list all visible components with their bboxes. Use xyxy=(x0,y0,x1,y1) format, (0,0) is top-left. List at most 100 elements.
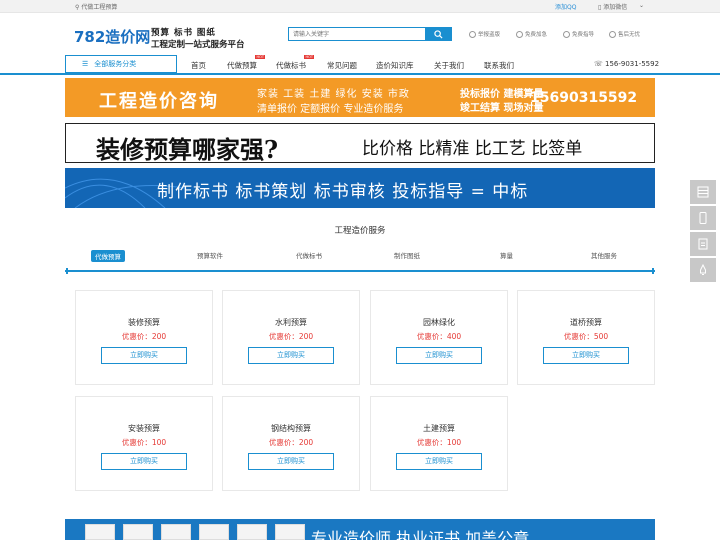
tab-quantity[interactable]: 算量 xyxy=(500,250,513,260)
buy-now-button[interactable]: 立即购买 xyxy=(396,453,482,470)
nav-item-faq[interactable]: 常见问题 xyxy=(327,60,357,71)
feature-aftersale[interactable]: 售后无忧 xyxy=(609,30,640,38)
chevron-down-icon[interactable]: ⌄ xyxy=(639,2,644,9)
side-float-document[interactable] xyxy=(690,232,716,256)
banner-certificate[interactable]: 专业造价师 执业证书 加盖公章 xyxy=(65,519,655,540)
banner-line: 清单报价 定额报价 专业造价服务 xyxy=(257,104,404,115)
location-pin-icon: ⚲ xyxy=(75,4,80,11)
hot-badge: HOT xyxy=(255,55,265,59)
tab-budget[interactable]: 代做预算 xyxy=(91,250,125,262)
buy-now-button[interactable]: 立即购买 xyxy=(248,347,334,364)
service-price: 优惠价：100 xyxy=(121,438,167,447)
shield-icon xyxy=(516,30,523,38)
nav-item-about[interactable]: 关于我们 xyxy=(434,60,464,71)
document-icon xyxy=(698,238,708,250)
service-card: 安装预算 优惠价：100 立即购买 xyxy=(75,396,213,491)
banner-cost-consulting[interactable]: 工程造价咨询 家装 工装 土建 绿化 安装 市政 清单报价 定额报价 专业造价服… xyxy=(65,78,655,117)
tab-bidding[interactable]: 代做标书 xyxy=(296,250,322,260)
service-price: 优惠价：200 xyxy=(268,332,314,341)
nav-item-knowledge[interactable]: 造价知识库 xyxy=(376,60,414,71)
feature-label: 售后无忧 xyxy=(618,32,641,38)
nav-item-budget[interactable]: 代做预算 HOT xyxy=(227,55,265,71)
banner-subtitle: 比价格 比精准 比工艺 比签单 xyxy=(362,139,583,159)
service-name: 安装预算 xyxy=(128,424,160,433)
banner-phone: 15690315592 xyxy=(530,90,638,106)
service-name: 园林绿化 xyxy=(423,318,455,327)
add-qq-link[interactable]: 添加QQ xyxy=(555,2,576,11)
bottom-banner-text: 专业造价师 执业证书 加盖公章 xyxy=(311,529,530,540)
top-bar: ⚲ 代做工程预算 添加QQ ▯ 添加微信 ⌄ xyxy=(0,0,720,13)
search-button[interactable] xyxy=(425,28,451,40)
side-float-menu[interactable] xyxy=(690,180,716,204)
all-categories-button[interactable]: ☰ 全部服务分类 xyxy=(65,55,177,73)
all-categories-label: 全部服务分类 xyxy=(94,60,137,68)
banner-title: 工程造价咨询 xyxy=(99,91,219,112)
add-wechat-link[interactable]: ▯ 添加微信 xyxy=(598,2,627,11)
tab-drawings[interactable]: 制作图纸 xyxy=(394,250,420,260)
hot-badge: HOT xyxy=(304,55,314,59)
add-wechat-label: 添加微信 xyxy=(603,4,628,11)
tab-software[interactable]: 预算软件 xyxy=(197,250,223,260)
certificate-image xyxy=(237,524,267,540)
tab-other[interactable]: 其他服务 xyxy=(591,250,617,260)
service-price: 优惠价：200 xyxy=(268,438,314,447)
site-logo[interactable]: 782造价网 xyxy=(74,26,150,47)
user-icon xyxy=(469,30,476,38)
mobile-icon xyxy=(699,212,707,224)
feature-label: 免费加急 xyxy=(525,32,548,38)
side-float-mobile[interactable] xyxy=(690,206,716,230)
buy-now-button[interactable]: 立即购买 xyxy=(248,453,334,470)
service-card: 水利预算 优惠价：200 立即购买 xyxy=(222,290,360,385)
service-card: 土建预算 优惠价：100 立即购买 xyxy=(370,396,508,491)
feature-report[interactable]: 举报盗版 xyxy=(469,30,500,38)
rocket-icon xyxy=(700,264,706,275)
search-box xyxy=(288,27,452,41)
menu-icon: ☰ xyxy=(82,60,89,68)
site-header: 782造价网 预算 标书 图纸 工程定制一站式服务平台 举报盗版 免费加急 免费… xyxy=(0,13,720,55)
certificate-image xyxy=(85,524,115,540)
thumbs-up-icon xyxy=(609,30,616,38)
service-price: 优惠价：200 xyxy=(121,332,167,341)
service-name: 土建预算 xyxy=(423,424,455,433)
buy-now-button[interactable]: 立即购买 xyxy=(101,347,187,364)
slogan-line2: 工程定制一站式服务平台 xyxy=(151,40,245,50)
service-name: 水利预算 xyxy=(275,318,307,327)
banner-bidding[interactable]: 制作标书 标书策划 标书审核 投标指导 = 中标 xyxy=(65,168,655,208)
banner-decoration-budget[interactable]: 装修预算哪家强? 比价格 比精准 比工艺 比签单 xyxy=(65,123,655,164)
buy-now-button[interactable]: 立即购买 xyxy=(543,347,629,364)
service-price: 优惠价：400 xyxy=(416,332,462,341)
hotline-number: 156-9031-5592 xyxy=(605,60,660,68)
list-icon xyxy=(697,186,709,198)
certificate-image xyxy=(123,524,153,540)
search-input[interactable] xyxy=(289,28,425,40)
certificate-image xyxy=(161,524,191,540)
service-card: 钢结构预算 优惠价：200 立即购买 xyxy=(222,396,360,491)
service-name: 道桥预算 xyxy=(570,318,602,327)
service-price: 优惠价：500 xyxy=(563,332,609,341)
buy-now-button[interactable]: 立即购买 xyxy=(396,347,482,364)
buy-now-button[interactable]: 立即购买 xyxy=(101,453,187,470)
nav-item-contact[interactable]: 联系我们 xyxy=(484,60,514,71)
banner-title: 制作标书 标书策划 标书审核 投标指导 = 中标 xyxy=(157,182,529,202)
feature-label: 举报盗版 xyxy=(478,32,501,38)
location-label: 代做工程预算 xyxy=(81,4,118,11)
service-card: 道桥预算 优惠价：500 立即购买 xyxy=(517,290,655,385)
main-nav: ☰ 全部服务分类 首页 代做预算 HOT 代做标书 HOT 常见问题 造价知识库 关… xyxy=(0,55,720,75)
nav-item-home[interactable]: 首页 xyxy=(191,60,206,71)
search-icon xyxy=(433,29,443,39)
certificate-image xyxy=(275,524,305,540)
feature-guide[interactable]: 免费指导 xyxy=(563,30,594,38)
side-float-top[interactable] xyxy=(690,258,716,282)
feature-label: 免费指导 xyxy=(572,32,595,38)
banner-line: 家装 工装 土建 绿化 安装 市政 xyxy=(257,89,410,100)
service-price: 优惠价：100 xyxy=(416,438,462,447)
service-card: 园林绿化 优惠价：400 立即购买 xyxy=(370,290,508,385)
slogan-line1: 预算 标书 图纸 xyxy=(151,28,216,38)
location-link[interactable]: ⚲ 代做工程预算 xyxy=(75,2,117,11)
service-name: 钢结构预算 xyxy=(271,424,311,433)
nav-item-bidding[interactable]: 代做标书 HOT xyxy=(276,55,314,71)
section-title: 工程造价服务 xyxy=(334,226,386,236)
feature-urgent[interactable]: 免费加急 xyxy=(516,30,547,38)
tab-tick xyxy=(66,268,68,274)
banner-title: 装修预算哪家强? xyxy=(96,135,279,164)
